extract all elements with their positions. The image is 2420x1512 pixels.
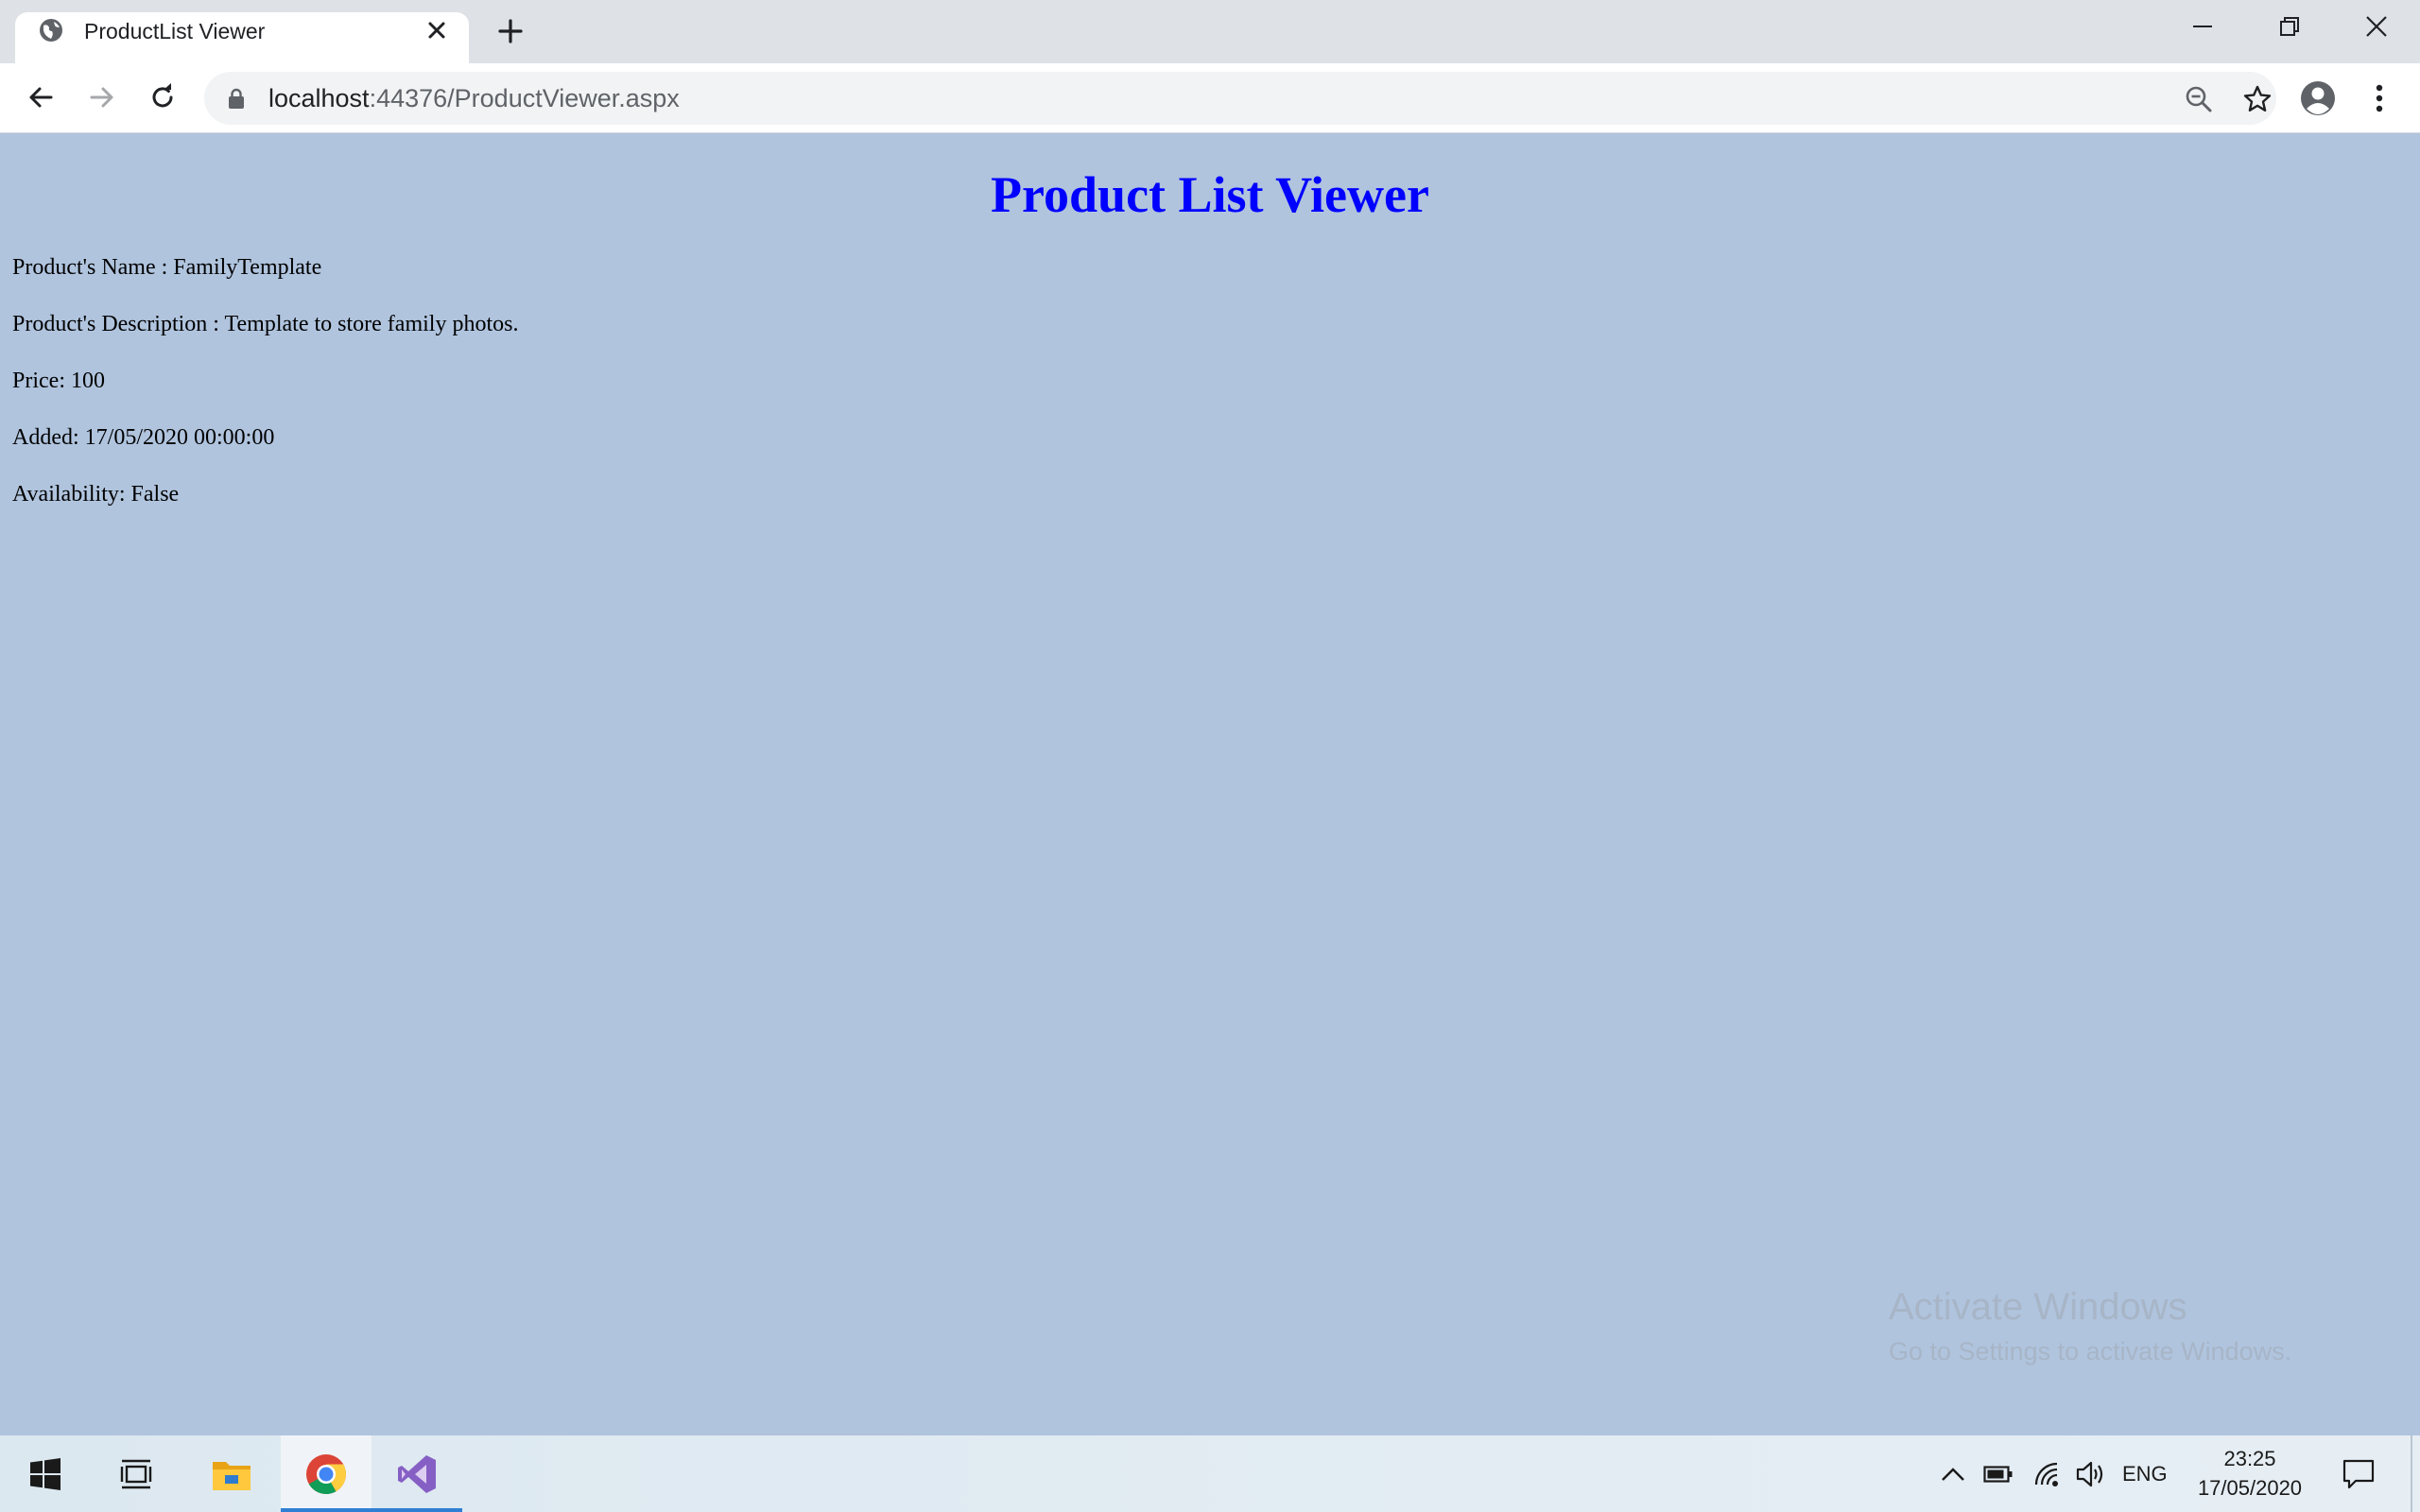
battery-icon: [1983, 1465, 2013, 1483]
network-button[interactable]: [2029, 1435, 2066, 1512]
forward-arrow-icon: [90, 87, 113, 108]
restore-button[interactable]: [2246, 0, 2333, 53]
reload-button[interactable]: [142, 77, 183, 118]
globe-icon: [40, 19, 62, 42]
browser-toolbar: localhost:44376/ProductViewer.aspx: [0, 63, 2420, 133]
speaker-icon: [2076, 1461, 2103, 1486]
bookmark-star-icon[interactable]: [2242, 84, 2273, 114]
windows-taskbar: ENG 23:25 17/05/2020: [0, 1435, 2420, 1512]
minimize-button[interactable]: [2159, 0, 2246, 53]
kebab-menu-icon[interactable]: [2360, 79, 2398, 117]
clock-time: 23:25: [2223, 1447, 2276, 1470]
address-bar[interactable]: localhost:44376/ProductViewer.aspx: [204, 72, 2276, 125]
chrome-icon: [306, 1453, 346, 1494]
notification-icon: [2342, 1459, 2375, 1488]
restore-icon: [2280, 17, 2299, 36]
chevron-up-icon: [1942, 1467, 1964, 1481]
close-tab-icon[interactable]: [424, 18, 449, 43]
zoom-out-icon[interactable]: [2184, 84, 2214, 114]
product-price: Price: 100: [12, 369, 105, 393]
tab-title: ProductList Viewer: [84, 19, 266, 43]
back-button[interactable]: [20, 77, 61, 118]
browser-tab[interactable]: ProductList Viewer: [15, 12, 469, 63]
product-added-date: Added: 17/05/2020 00:00:00: [12, 425, 275, 450]
system-clock[interactable]: 23:25 17/05/2020: [2184, 1444, 2316, 1503]
clock-date: 17/05/2020: [2197, 1476, 2303, 1500]
reload-icon: [152, 83, 173, 108]
input-language[interactable]: ENG: [2122, 1435, 2168, 1512]
open-app-indicator: [372, 1508, 462, 1512]
file-explorer-button[interactable]: [186, 1435, 277, 1512]
active-app-indicator: [281, 1508, 372, 1512]
page-content: Product List Viewer Product's Name : Fam…: [0, 133, 2420, 1435]
new-tab-icon[interactable]: [492, 15, 529, 47]
tab-strip: ProductList Viewer: [0, 0, 2420, 63]
product-name: Product's Name : FamilyTemplate: [12, 255, 322, 280]
url-text: localhost:44376/ProductViewer.aspx: [268, 82, 680, 114]
product-description: Product's Description : Template to stor…: [12, 312, 519, 336]
page-title: Product List Viewer: [991, 166, 1429, 223]
url-path: :44376/ProductViewer.aspx: [369, 84, 680, 112]
wifi-icon: [2034, 1462, 2058, 1486]
action-center-button[interactable]: [2337, 1435, 2380, 1512]
windows-logo-icon: [30, 1457, 60, 1490]
watermark-title: Activate Windows: [1889, 1286, 2187, 1328]
url-host: localhost: [268, 84, 370, 112]
task-view-button[interactable]: [91, 1435, 182, 1512]
chrome-taskbar-button[interactable]: [281, 1435, 372, 1512]
forward-button[interactable]: [81, 77, 123, 118]
product-availability: Availability: False: [12, 482, 180, 507]
start-button[interactable]: [0, 1435, 91, 1512]
show-hidden-icons-button[interactable]: [1934, 1435, 1972, 1512]
show-desktop-button[interactable]: [2411, 1435, 2412, 1512]
watermark-subtitle: Go to Settings to activate Windows.: [1889, 1337, 2292, 1366]
back-arrow-icon: [29, 87, 53, 108]
volume-button[interactable]: [2072, 1435, 2110, 1512]
close-window-button[interactable]: [2333, 0, 2420, 53]
visual-studio-icon: [398, 1454, 436, 1493]
battery-button[interactable]: [1979, 1435, 2017, 1512]
close-window-icon: [2366, 16, 2387, 37]
profile-avatar-icon[interactable]: [2299, 79, 2337, 117]
minimize-icon: [2193, 26, 2212, 27]
activate-windows-watermark: Activate Windows Go to Settings to activ…: [1889, 1283, 2291, 1368]
task-view-icon: [120, 1459, 152, 1488]
visual-studio-button[interactable]: [372, 1435, 462, 1512]
lock-icon[interactable]: [227, 88, 246, 109]
folder-icon: [213, 1461, 251, 1490]
